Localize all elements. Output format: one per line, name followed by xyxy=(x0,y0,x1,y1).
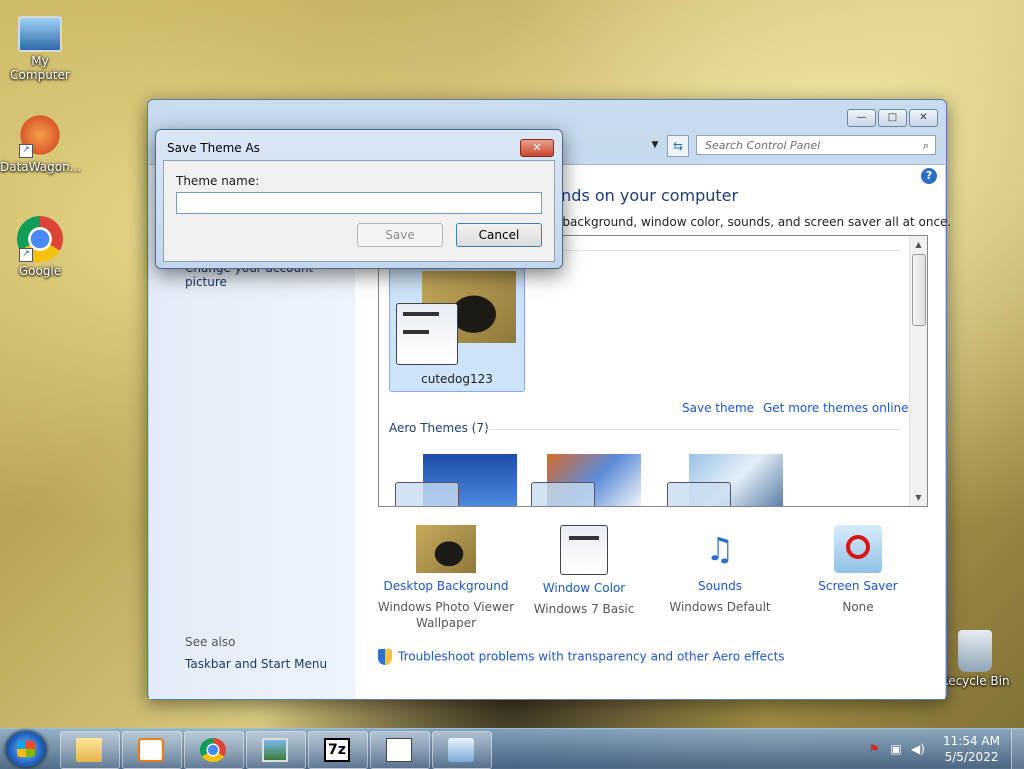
desktop-icon-my-computer[interactable]: My Computer xyxy=(0,8,80,82)
screen-saver-value: None xyxy=(842,600,874,614)
recycle-bin-icon xyxy=(958,630,992,672)
save-theme-dialog: Save Theme As ✕ Theme name: Save Cancel xyxy=(155,129,563,269)
taskbar-media-player-button[interactable] xyxy=(122,731,182,769)
sounds-icon: ♫ xyxy=(705,530,735,568)
address-dropdown-icon[interactable]: ▼ xyxy=(648,135,662,155)
scroll-down-icon[interactable]: ▼ xyxy=(910,489,927,506)
window-controls: — □ ✕ xyxy=(847,109,938,127)
desktop-icon-label: My Computer xyxy=(10,54,70,82)
troubleshoot-row: Troubleshoot problems with transparency … xyxy=(378,649,785,665)
desktop-icon-recycle-bin[interactable]: Recycle Bin xyxy=(935,630,1015,688)
refresh-icon[interactable]: ⇆ xyxy=(667,135,689,157)
taskbar-7zip-button[interactable]: 7z xyxy=(308,731,368,769)
get-more-themes-link[interactable]: Get more themes online xyxy=(763,401,909,415)
desktop-background-icon xyxy=(416,525,476,573)
taskbar: 7z ⚑ ▣ ◀) 11:54 AM 5/5/2022 xyxy=(0,728,1024,769)
taskbar-chrome-button[interactable] xyxy=(184,731,244,769)
maximize-button[interactable]: □ xyxy=(878,109,907,127)
aero-themes-heading: Aero Themes (7) xyxy=(389,421,489,435)
aero-window-preview xyxy=(667,482,731,506)
troubleshoot-link[interactable]: Troubleshoot problems with transparency … xyxy=(398,650,785,664)
theme-name-input[interactable] xyxy=(176,192,542,214)
shortcut-arrow-icon: ↗ xyxy=(19,248,33,262)
page-title: unds on your computer xyxy=(551,186,739,205)
desktop-background-value-line1: Windows Photo Viewer xyxy=(377,600,515,614)
save-theme-link[interactable]: Save theme xyxy=(682,401,754,415)
screen-saver-item[interactable]: o Screen Saver None xyxy=(788,525,928,615)
clock-date: 5/5/2022 xyxy=(944,750,999,764)
taskbar-explorer-button[interactable] xyxy=(60,731,120,769)
show-desktop-button[interactable] xyxy=(1011,729,1024,769)
control-panel-icon xyxy=(448,738,474,762)
theme-list: cutedog123 Save theme Get more themes on… xyxy=(378,235,928,507)
start-button[interactable] xyxy=(6,731,46,767)
photo-viewer-icon xyxy=(262,738,288,762)
desktop-background-value: Windows Photo Viewer Wallpaper xyxy=(376,599,516,631)
volume-icon[interactable]: ◀) xyxy=(910,741,926,757)
theme-name-label: Theme name: xyxy=(176,174,260,188)
sounds-value: Windows Default xyxy=(669,600,771,614)
minimize-button[interactable]: — xyxy=(847,109,876,127)
desktop-icon-label: Google xyxy=(18,264,62,278)
action-center-icon[interactable]: ⚑ xyxy=(866,741,882,757)
sounds-item[interactable]: ♫ Sounds Windows Default xyxy=(650,525,790,615)
search-placeholder: Search Control Panel xyxy=(705,139,821,152)
window-color-icon xyxy=(560,525,608,575)
close-button[interactable]: ✕ xyxy=(909,109,938,127)
theme-tile-cutedog123[interactable]: cutedog123 xyxy=(389,262,525,392)
desktop-icon-datawagon[interactable]: ↗ DataWagon... xyxy=(0,112,82,174)
desktop-icon-google[interactable]: ↗ Google xyxy=(0,216,80,278)
taskbar-start-menu-link[interactable]: Taskbar and Start Menu xyxy=(185,657,327,671)
seven-zip-icon: 7z xyxy=(324,738,350,762)
shortcut-arrow-icon: ↗ xyxy=(19,144,33,158)
scroll-up-icon[interactable]: ▲ xyxy=(910,236,927,253)
search-input[interactable]: Search Control Panel ⌕ xyxy=(696,135,936,155)
taskbar-photo-viewer-button[interactable] xyxy=(246,731,306,769)
scroll-thumb[interactable] xyxy=(912,254,926,326)
desktop-icon-label: DataWagon... xyxy=(0,160,82,174)
search-icon[interactable]: ⌕ xyxy=(923,136,929,156)
theme-name-label: cutedog123 xyxy=(421,372,493,386)
aero-window-preview xyxy=(395,482,459,506)
scrollbar[interactable]: ▲ ▼ xyxy=(909,236,927,506)
window-color-link[interactable]: Window Color xyxy=(514,581,654,595)
desktop-background-item[interactable]: Desktop Background Windows Photo Viewer … xyxy=(376,525,516,631)
folder-icon xyxy=(76,738,102,762)
window-color-value: Windows 7 Basic xyxy=(533,602,635,616)
sounds-link[interactable]: Sounds xyxy=(650,579,790,593)
network-icon[interactable]: ▣ xyxy=(888,741,904,757)
cancel-button[interactable]: Cancel xyxy=(456,223,542,247)
media-player-icon xyxy=(138,738,164,762)
desktop-background-value-line2: Wallpaper xyxy=(415,616,477,630)
aero-window-preview xyxy=(531,482,595,506)
desktop-background-link[interactable]: Desktop Background xyxy=(376,579,516,593)
shield-icon xyxy=(378,649,392,665)
screen-saver-link[interactable]: Screen Saver xyxy=(788,579,928,593)
dialog-close-button[interactable]: ✕ xyxy=(520,139,554,157)
page-description: p background, window color, sounds, and … xyxy=(551,215,952,229)
system-tray: ⚑ ▣ ◀) 11:54 AM 5/5/2022 xyxy=(856,729,1024,769)
datawagon-icon: ↗ xyxy=(17,112,63,158)
desktop-icon-label: Recycle Bin xyxy=(940,674,1010,688)
see-also-heading: See also xyxy=(185,635,236,649)
chrome-icon xyxy=(200,738,226,762)
screen-saver-icon: o xyxy=(834,525,882,573)
divider xyxy=(485,429,901,430)
dialog-title: Save Theme As xyxy=(167,141,260,155)
help-icon[interactable]: ? xyxy=(921,168,937,184)
taskbar-control-panel-button[interactable] xyxy=(432,731,492,769)
dialog-body: Theme name: Save Cancel xyxy=(163,160,555,262)
taskbar-document-button[interactable] xyxy=(370,731,430,769)
clock-time: 11:54 AM xyxy=(943,734,1000,748)
chrome-icon: ↗ xyxy=(17,216,63,262)
clock[interactable]: 11:54 AM 5/5/2022 xyxy=(943,733,1000,765)
computer-icon xyxy=(18,16,62,52)
save-button[interactable]: Save xyxy=(357,223,443,247)
document-icon xyxy=(386,738,412,762)
window-color-thumbnail xyxy=(396,303,458,365)
window-color-item[interactable]: Window Color Windows 7 Basic xyxy=(514,525,654,617)
